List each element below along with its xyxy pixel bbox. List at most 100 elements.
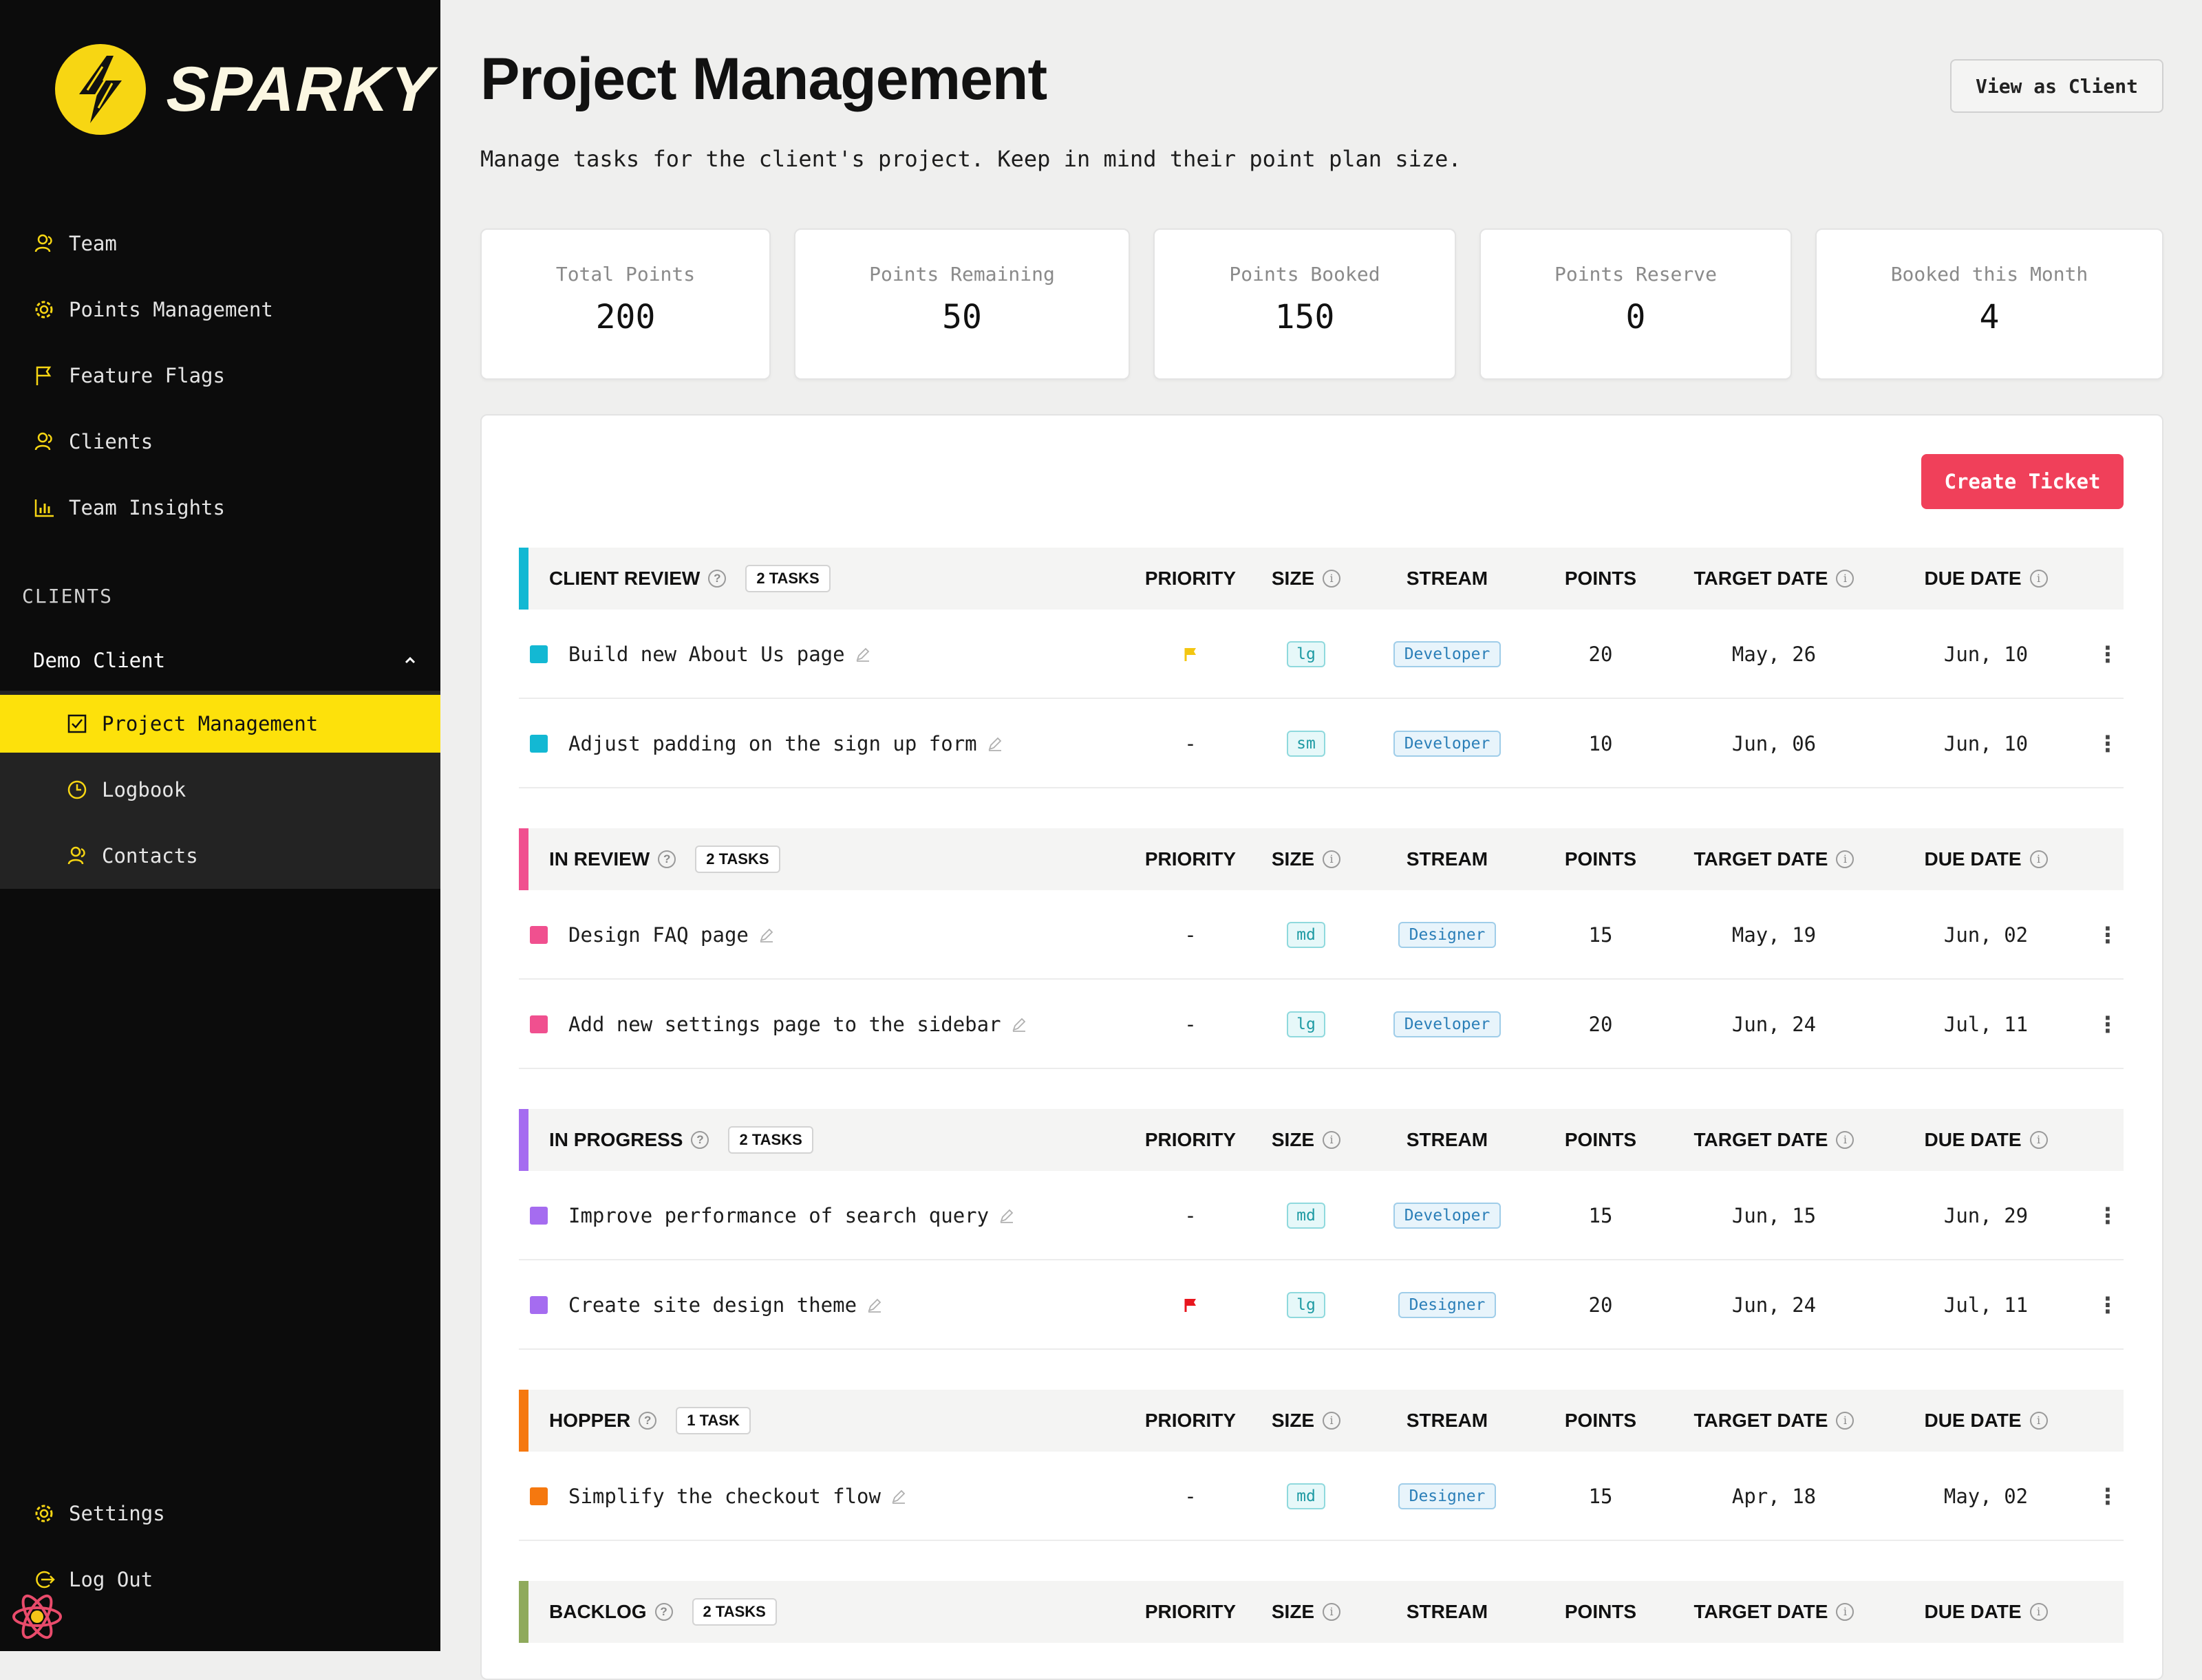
task-row[interactable]: Design FAQ page - md Designer 15 May, 19 Jun, … <box>519 890 2124 980</box>
column-header-target[interactable]: TARGET DATE i <box>1668 1581 1880 1643</box>
column-header-points[interactable]: POINTS <box>1533 548 1668 610</box>
react-devtools-icon[interactable] <box>10 1589 65 1644</box>
column-header-priority[interactable]: PRIORITY <box>1130 1581 1251 1643</box>
column-header-size[interactable]: SIZE i <box>1251 1390 1361 1452</box>
task-row[interactable]: Create site design theme lg Designer 20 Jun,… <box>519 1260 2124 1350</box>
priority-cell[interactable] <box>1130 610 1251 699</box>
priority-cell[interactable] <box>1130 1260 1251 1350</box>
task-row[interactable]: Add new settings page to the sidebar - lg D… <box>519 980 2124 1069</box>
help-icon[interactable]: ? <box>654 1603 673 1621</box>
size-badge[interactable]: md <box>1287 1483 1325 1509</box>
info-icon[interactable]: i <box>2029 850 2048 868</box>
more-options-icon[interactable]: ⋮ <box>2097 1011 2119 1037</box>
size-badge[interactable]: lg <box>1287 641 1325 667</box>
stream-badge[interactable]: Developer <box>1393 1203 1501 1229</box>
task-row[interactable]: Simplify the checkout flow - md Designer 15 A… <box>519 1452 2124 1541</box>
info-icon[interactable]: i <box>1836 570 1854 588</box>
size-badge[interactable]: lg <box>1287 1011 1325 1037</box>
priority-cell[interactable]: - <box>1130 890 1251 980</box>
subnav-logbook[interactable]: Logbook <box>66 769 186 810</box>
priority-cell[interactable]: - <box>1130 1452 1251 1541</box>
info-icon[interactable]: i <box>2029 1412 2048 1430</box>
info-icon[interactable]: i <box>1836 1412 1854 1430</box>
task-title[interactable]: Build new About Us page <box>568 643 845 666</box>
task-row[interactable]: Build new About Us page lg Developer 20 May,… <box>519 610 2124 699</box>
priority-cell[interactable]: - <box>1130 980 1251 1069</box>
column-header-points[interactable]: POINTS <box>1533 1109 1668 1171</box>
column-header-target[interactable]: TARGET DATE i <box>1668 828 1880 890</box>
column-header-priority[interactable]: PRIORITY <box>1130 828 1251 890</box>
pencil-icon[interactable] <box>866 1297 883 1313</box>
task-title[interactable]: Simplify the checkout flow <box>568 1485 881 1508</box>
column-header-target[interactable]: TARGET DATE i <box>1668 548 1880 610</box>
column-header-stream[interactable]: STREAM <box>1361 1581 1533 1643</box>
stream-badge[interactable]: Designer <box>1398 922 1497 948</box>
column-header-due[interactable]: DUE DATE i <box>1880 1109 2092 1171</box>
info-icon[interactable]: i <box>1323 1412 1341 1430</box>
size-badge[interactable]: md <box>1287 1203 1325 1229</box>
subnav-contacts[interactable]: Contacts <box>66 835 198 876</box>
stream-badge[interactable]: Designer <box>1398 1483 1497 1509</box>
column-header-size[interactable]: SIZE i <box>1251 548 1361 610</box>
task-title[interactable]: Improve performance of search query <box>568 1204 989 1227</box>
pencil-icon[interactable] <box>1011 1016 1027 1033</box>
help-icon[interactable]: ? <box>658 850 676 868</box>
nav-clients[interactable]: Clients <box>33 421 153 462</box>
priority-cell[interactable]: - <box>1130 699 1251 788</box>
task-title[interactable]: Create site design theme <box>568 1293 857 1317</box>
task-title[interactable]: Design FAQ page <box>568 923 749 947</box>
size-badge[interactable]: md <box>1287 922 1325 948</box>
info-icon[interactable]: i <box>1323 570 1341 588</box>
column-header-points[interactable]: POINTS <box>1533 1390 1668 1452</box>
nav-team[interactable]: Team <box>33 223 117 264</box>
size-badge[interactable]: lg <box>1287 1292 1325 1318</box>
pencil-icon[interactable] <box>998 1207 1015 1224</box>
client-accordion-demo-client[interactable]: Demo Client <box>33 640 418 681</box>
help-icon[interactable]: ? <box>691 1131 709 1149</box>
column-header-size[interactable]: SIZE i <box>1251 1581 1361 1643</box>
column-header-due[interactable]: DUE DATE i <box>1880 1581 2092 1643</box>
nav-points-management[interactable]: Points Management <box>33 289 273 330</box>
column-header-size[interactable]: SIZE i <box>1251 828 1361 890</box>
column-header-stream[interactable]: STREAM <box>1361 1109 1533 1171</box>
info-icon[interactable]: i <box>1323 1131 1341 1149</box>
task-title[interactable]: Add new settings page to the sidebar <box>568 1013 1001 1036</box>
more-options-icon[interactable]: ⋮ <box>2097 1483 2119 1509</box>
info-icon[interactable]: i <box>1836 1131 1854 1149</box>
column-header-stream[interactable]: STREAM <box>1361 828 1533 890</box>
column-header-points[interactable]: POINTS <box>1533 1581 1668 1643</box>
column-header-due[interactable]: DUE DATE i <box>1880 1390 2092 1452</box>
stream-badge[interactable]: Designer <box>1398 1292 1497 1318</box>
info-icon[interactable]: i <box>2029 1131 2048 1149</box>
column-header-target[interactable]: TARGET DATE i <box>1668 1390 1880 1452</box>
column-header-target[interactable]: TARGET DATE i <box>1668 1109 1880 1171</box>
pencil-icon[interactable] <box>855 646 871 663</box>
stream-badge[interactable]: Developer <box>1393 1011 1501 1037</box>
more-options-icon[interactable]: ⋮ <box>2097 1292 2119 1318</box>
create-ticket-button[interactable]: Create Ticket <box>1921 454 2124 509</box>
more-options-icon[interactable]: ⋮ <box>2097 922 2119 948</box>
column-header-points[interactable]: POINTS <box>1533 828 1668 890</box>
info-icon[interactable]: i <box>1323 1603 1341 1621</box>
app-logo[interactable]: SPARKY <box>55 44 435 135</box>
info-icon[interactable]: i <box>2029 570 2048 588</box>
column-header-due[interactable]: DUE DATE i <box>1880 548 2092 610</box>
nav-team-insights[interactable]: Team Insights <box>33 487 225 528</box>
nav-feature-flags[interactable]: Feature Flags <box>33 355 225 396</box>
size-badge[interactable]: sm <box>1287 731 1325 757</box>
pencil-icon[interactable] <box>890 1488 907 1505</box>
info-icon[interactable]: i <box>2029 1603 2048 1621</box>
help-icon[interactable]: ? <box>639 1412 657 1430</box>
column-header-priority[interactable]: PRIORITY <box>1130 1109 1251 1171</box>
pencil-icon[interactable] <box>987 735 1003 752</box>
column-header-stream[interactable]: STREAM <box>1361 548 1533 610</box>
more-options-icon[interactable]: ⋮ <box>2097 731 2119 757</box>
subnav-project-management[interactable]: Project Management <box>66 703 318 744</box>
column-header-priority[interactable]: PRIORITY <box>1130 548 1251 610</box>
more-options-icon[interactable]: ⋮ <box>2097 641 2119 667</box>
nav-settings[interactable]: Settings <box>33 1493 165 1534</box>
task-title[interactable]: Adjust padding on the sign up form <box>568 732 977 755</box>
info-icon[interactable]: i <box>1323 850 1341 868</box>
task-row[interactable]: Improve performance of search query - md De… <box>519 1171 2124 1260</box>
column-header-size[interactable]: SIZE i <box>1251 1109 1361 1171</box>
